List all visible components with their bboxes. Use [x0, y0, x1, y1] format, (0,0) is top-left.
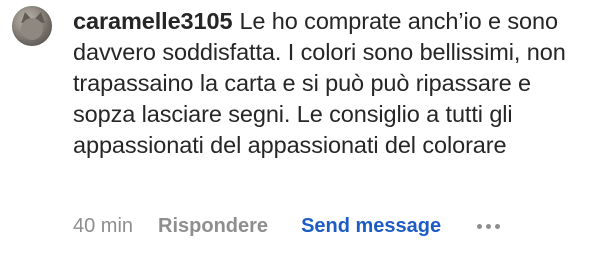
username-link[interactable]: caramelle3105 [73, 8, 233, 34]
more-dot [486, 223, 492, 229]
avatar-face [21, 18, 43, 40]
avatar[interactable] [12, 6, 52, 46]
comment-actions: 40 min Rispondere Send message [73, 212, 501, 240]
more-dot [495, 223, 501, 229]
send-message-button[interactable]: Send message [301, 215, 441, 238]
comment: caramelle3105 Le ho comprate anch’io e so… [0, 0, 600, 255]
reply-button[interactable]: Rispondere [158, 215, 268, 238]
more-horizontal-icon[interactable] [477, 223, 501, 229]
timestamp: 40 min [73, 214, 134, 237]
comment-body: caramelle3105 Le ho comprate anch’io e so… [73, 6, 588, 161]
comment-text-block: caramelle3105 Le ho comprate anch’io e so… [73, 6, 588, 161]
more-dot [477, 223, 483, 229]
